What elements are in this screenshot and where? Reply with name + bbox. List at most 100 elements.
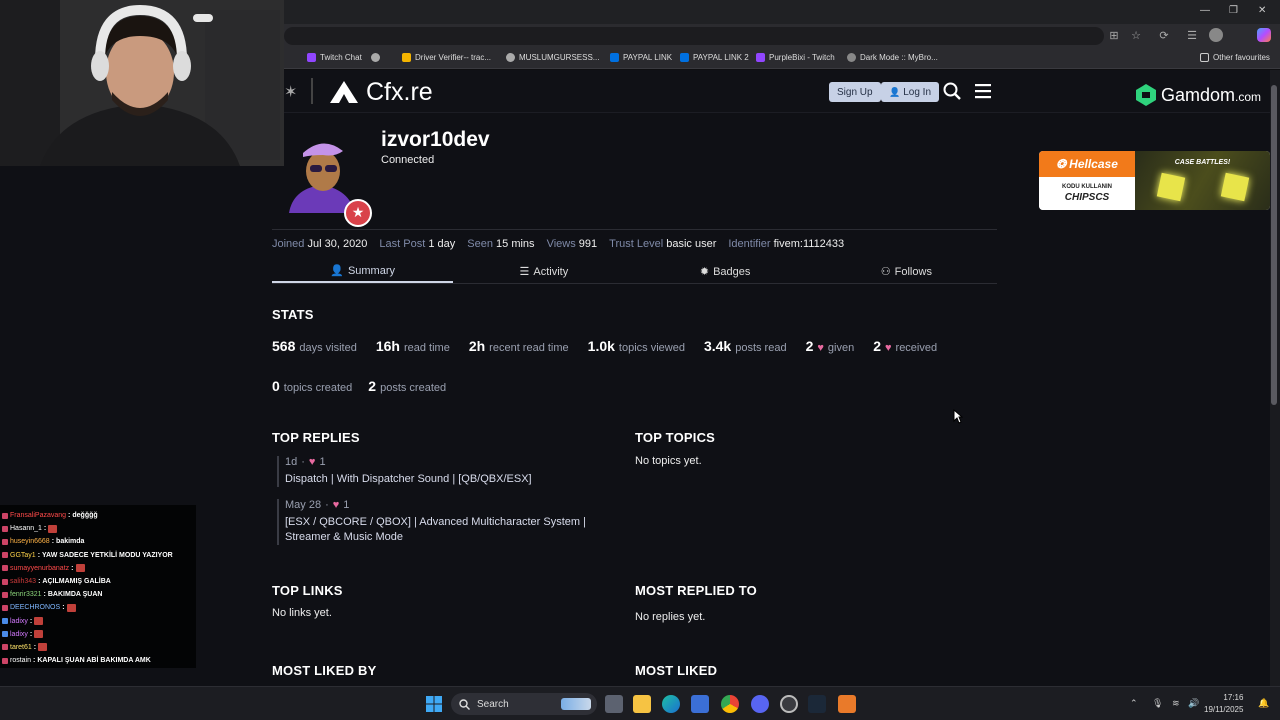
other-favourites[interactable]: Other favourites [1200,53,1270,62]
user-icon: 👤 [889,86,901,97]
chat-badge-icon [2,565,8,572]
discord-icon[interactable] [751,695,769,713]
chat-message: ladixy: [2,628,194,641]
chat-badge-icon [2,552,8,559]
minimize-icon[interactable]: — [1200,5,1210,16]
chat-message: salih343: AÇILMAMIŞ GALİBA [2,575,194,588]
file-explorer-icon[interactable] [633,695,651,713]
chat-badge-icon [2,618,8,625]
reply-link[interactable]: Dispatch | With Dispatcher Sound | [QB/Q… [285,472,617,487]
most-replied-empty: No replies yet. [635,611,706,623]
windows-start-icon[interactable] [426,696,442,712]
twitch-icon [756,53,765,62]
heart-icon: ♥ [332,499,340,511]
profile-meta-row: Joined Jul 30, 2020 Last Post 1 day Seen… [272,229,997,257]
chat-message: DEECHRONOS: [2,601,194,614]
taskbar-clock[interactable]: 17:16 19/11/2025 [1204,692,1243,716]
bookmark-muslumgurses[interactable]: MUSLUMGURSESS... [506,53,599,62]
bookmark-purplebixi[interactable]: PurpleBixi - Twitch [756,53,835,62]
meta-joined: Joined Jul 30, 2020 [272,237,368,250]
hellcase-ad-banner[interactable]: ❂ Hellcase KODU KULLANIN CHIPSCS CASE BAT… [1039,151,1270,210]
bookmark-paypal-link-2[interactable]: PAYPAL LINK 2 [680,53,749,62]
meta-trust-level: Trust Level basic user [609,237,717,250]
twitch-icon [307,53,316,62]
obs-icon[interactable] [780,695,798,713]
gear-icon [847,53,856,62]
chat-badge-icon [2,604,8,611]
bookmark-driver-verifier[interactable]: Driver Verifier-- trac... [402,53,491,62]
bookmark-dark-mode[interactable]: Dark Mode :: MyBro... [847,53,938,62]
emote-icon [75,564,85,573]
profile-tabs: 👤 Summary ☰ Activity ✹ Badges ⚇ Follows [272,260,997,284]
stat-posts-read: 3.4k posts read [703,338,787,354]
meta-seen: Seen 15 mins [467,237,535,250]
tab-activity[interactable]: ☰ Activity [453,260,634,283]
stat-topics-viewed: 1.0k topics viewed [587,338,685,354]
fivem-icon[interactable] [838,695,856,713]
hamburger-menu-icon[interactable] [975,83,991,99]
scrollbar-thumb[interactable] [1271,85,1277,405]
microphone-icon[interactable]: 🎙 [1152,698,1163,709]
heart-icon: ♥ [308,456,316,468]
store-icon[interactable] [691,695,709,713]
edge-browser-icon[interactable] [662,695,680,713]
stats-row: 568 days visited 16h read time 2h recent re… [272,338,937,354]
heart-icon: ♥ [885,342,892,354]
profile-status: Connected [381,154,435,166]
steam-icon[interactable] [808,695,826,713]
address-bar[interactable] [284,27,1104,45]
tab-badges[interactable]: ✹ Badges [635,260,816,283]
chat-message: sumayyenurbanatz: [2,562,194,575]
chat-message: FransaliPazavang: değğğğ [2,509,194,522]
bookmark-paypal-link[interactable]: PAYPAL LINK [610,53,672,62]
crate-icon [1156,172,1186,202]
collections-icon[interactable]: ☰ [1186,30,1198,42]
extensions-icon[interactable]: ⟳ [1158,30,1170,42]
chat-message: fenrir3321: BAKIMDA ŞUAN [2,588,194,601]
chat-badge-icon [2,578,8,585]
sign-up-button[interactable]: Sign Up [829,82,881,102]
paypal-icon [610,53,619,62]
chat-badge-icon [2,631,8,638]
list-icon: ☰ [519,266,530,278]
stats-heading: STATS [272,307,314,322]
badge-icon: ✹ [699,266,710,278]
wifi-icon[interactable]: ≋ [1172,698,1180,709]
close-window-icon[interactable]: ✕ [1258,5,1266,16]
cfx-logo[interactable]: Cfx.re [328,78,433,106]
partial-logo-icon: ✶ [284,84,298,101]
bookmark-globe[interactable] [371,53,380,62]
favorite-star-icon[interactable]: ☆ [1130,30,1142,42]
user-icon: 👤 [330,265,344,277]
profile-avatar-icon[interactable] [1209,28,1223,42]
hellcase-logo: ❂ Hellcase [1039,151,1135,177]
stat-likes-received: 2 ♥ received [873,338,938,354]
copilot-icon[interactable] [1257,28,1271,42]
notifications-icon[interactable]: 🔔 [1258,698,1269,709]
apps-icon[interactable]: ⊞ [1108,30,1120,42]
most-liked-by-heading: MOST LIKED BY [272,663,377,678]
taskbar-search[interactable]: Search [451,693,597,715]
tab-follows[interactable]: ⚇ Follows [816,260,997,283]
search-icon[interactable] [943,82,961,100]
reply-link[interactable]: [ESX / QBCORE / QBOX] | Advanced Multich… [285,515,617,545]
maximize-icon[interactable]: ❐ [1229,5,1238,16]
volume-icon[interactable]: 🔊 [1188,698,1199,709]
chat-badge-icon [2,512,8,519]
chat-message: huseyin6668: bakimda [2,535,194,548]
log-in-button[interactable]: 👤 Log In [881,82,940,102]
globe-icon [506,53,515,62]
chat-badge-icon [2,525,8,532]
bookmark-twitch-chat[interactable]: Twitch Chat [307,53,362,62]
tray-chevron-icon[interactable]: ⌃ [1130,698,1138,709]
webcam-overlay [0,0,284,166]
heart-icon: ♥ [817,342,824,354]
most-replied-heading: MOST REPLIED TO [635,583,757,598]
reply-item[interactable]: 1d · ♥ 1 Dispatch | With Dispatcher Sound |… [277,456,617,487]
ad-case-battles: CASE BATTLES! [1135,151,1270,210]
reply-item[interactable]: May 28 · ♥ 1 [ESX / QBCORE / QBOX] | Advanc… [277,499,617,545]
gamdom-ad-logo[interactable]: Gamdom.com [1136,84,1261,106]
chrome-icon[interactable] [721,695,739,713]
task-view-icon[interactable] [605,695,623,713]
tab-summary[interactable]: 👤 Summary [272,260,454,283]
